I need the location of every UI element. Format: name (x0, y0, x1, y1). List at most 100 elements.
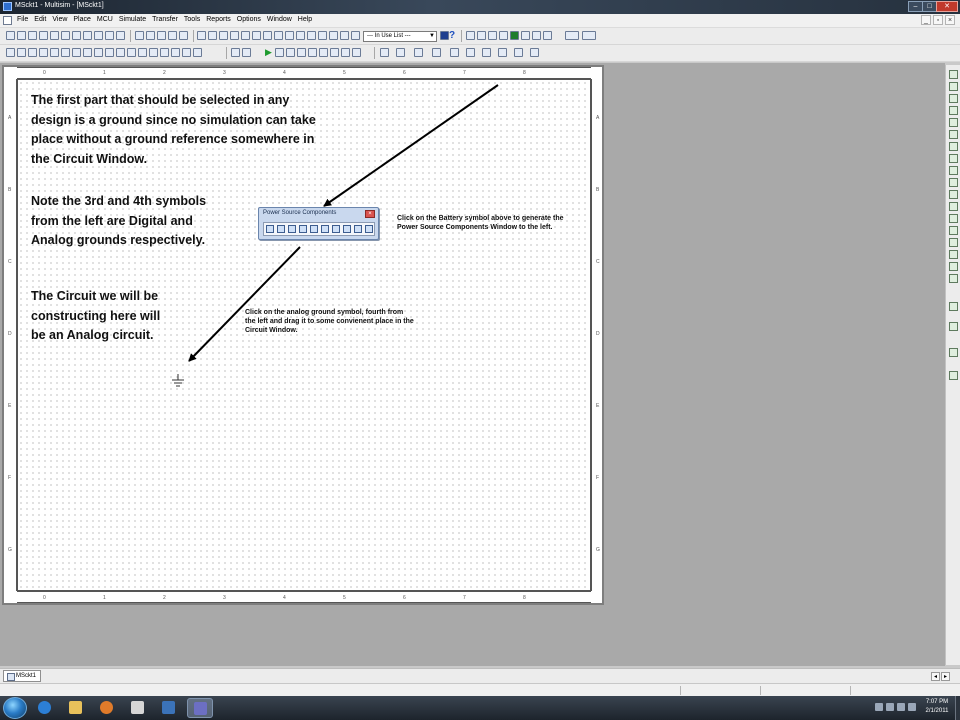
menu-tools[interactable]: Tools (181, 16, 203, 23)
iv-analyzer-icon[interactable] (949, 190, 958, 199)
menu-mcu[interactable]: MCU (94, 16, 116, 23)
redo-icon[interactable] (116, 31, 125, 40)
network-analyzer-icon[interactable] (949, 226, 958, 235)
find-icon[interactable] (197, 31, 206, 40)
oscilloscope-icon[interactable] (949, 106, 958, 115)
picture-icon[interactable] (498, 48, 507, 57)
distortion-analyzer-icon[interactable] (949, 202, 958, 211)
hierarchical-block-icon[interactable] (182, 48, 191, 57)
menu-help[interactable]: Help (295, 16, 315, 23)
place-diode-icon[interactable] (28, 48, 37, 57)
measurement-probe-icon[interactable] (949, 371, 958, 380)
postprocessor-icon[interactable] (252, 31, 261, 40)
open-sample-icon[interactable] (28, 31, 37, 40)
edit-icon[interactable] (285, 31, 294, 40)
taskbar-clock[interactable]: 7:07 PM 2/1/2011 (920, 698, 954, 716)
wattmeter-icon[interactable] (949, 94, 958, 103)
design-toolbox-icon[interactable] (208, 31, 217, 40)
multisim-icon[interactable] (187, 698, 213, 718)
power-source-close-button[interactable]: × (365, 210, 375, 218)
menu-reports[interactable]: Reports (203, 16, 234, 23)
place-mcu-icon[interactable] (171, 48, 180, 57)
place-bus-icon[interactable] (193, 48, 202, 57)
dc-power-icon[interactable] (277, 225, 285, 233)
menu-view[interactable]: View (49, 16, 70, 23)
pause-simulation-icon[interactable] (275, 48, 284, 57)
frequency-counter-icon[interactable] (949, 142, 958, 151)
oscilloscope-icon[interactable] (499, 31, 508, 40)
wattmeter-icon[interactable] (488, 31, 497, 40)
zoom-area-icon[interactable] (168, 31, 177, 40)
logic-analyzer-icon[interactable] (949, 166, 958, 175)
new-icon[interactable] (6, 31, 15, 40)
word-generator-icon[interactable] (949, 154, 958, 163)
display-icon[interactable] (897, 703, 905, 711)
breakpoint-icon[interactable] (341, 48, 350, 57)
three-phase-delta-icon[interactable] (310, 225, 318, 233)
show-desktop-button[interactable] (955, 696, 960, 720)
component-search-icon[interactable] (440, 31, 449, 40)
vee-icon[interactable] (354, 225, 362, 233)
rectangle-icon[interactable] (432, 48, 441, 57)
paint-icon[interactable] (125, 698, 151, 718)
run-simulation-icon[interactable]: ▶ (265, 47, 272, 58)
spectrum-analyzer-icon[interactable] (949, 214, 958, 223)
in-use-list-dropdown[interactable]: --- In Use List --- ▼ (363, 31, 437, 42)
analog-ground-icon[interactable] (299, 225, 307, 233)
menu-place[interactable]: Place (70, 16, 94, 23)
menu-file[interactable]: File (14, 16, 31, 23)
step-out-icon[interactable] (330, 48, 339, 57)
digital-ground-icon[interactable] (288, 225, 296, 233)
place-source-icon[interactable] (6, 48, 15, 57)
volume-icon[interactable] (908, 703, 916, 711)
function-generator-icon[interactable] (477, 31, 486, 40)
spreadsheet-icon[interactable] (219, 31, 228, 40)
mdi-minimize-button[interactable]: _ (921, 15, 931, 25)
line-icon[interactable] (414, 48, 423, 57)
agilent-generator-icon[interactable] (949, 238, 958, 247)
print-preview-icon[interactable] (61, 31, 70, 40)
menu-window[interactable]: Window (264, 16, 295, 23)
capture-screen-icon[interactable] (307, 31, 316, 40)
place-rf-icon[interactable] (149, 48, 158, 57)
remove-breakpoints-icon[interactable] (352, 48, 361, 57)
zoom-fit-icon[interactable] (179, 31, 188, 40)
place-ttl-icon[interactable] (61, 48, 70, 57)
open-icon[interactable] (17, 31, 26, 40)
stop-simulation-icon[interactable] (286, 48, 295, 57)
multimeter-icon[interactable] (466, 31, 475, 40)
graphic-annotation-icon[interactable] (380, 48, 389, 57)
place-transistor-icon[interactable] (39, 48, 48, 57)
vdd-icon[interactable] (343, 225, 351, 233)
schematic-view-icon[interactable] (582, 31, 596, 40)
mdi-restore-button[interactable]: ▫ (933, 15, 943, 25)
start-button[interactable] (3, 697, 27, 719)
function-generator-icon[interactable] (949, 82, 958, 91)
vcc-icon[interactable] (332, 225, 340, 233)
tektronix-oscilloscope-icon[interactable] (949, 274, 958, 283)
record-icon[interactable] (263, 31, 272, 40)
title-block-icon[interactable] (530, 48, 539, 57)
cut-icon[interactable] (72, 31, 81, 40)
paste-icon[interactable] (94, 31, 103, 40)
ellipse-icon[interactable] (450, 48, 459, 57)
analog-ground-icon[interactable] (171, 374, 185, 390)
close-button[interactable]: ✕ (936, 1, 958, 12)
menu-transfer[interactable]: Transfer (149, 16, 181, 23)
maximize-button[interactable]: □ (922, 1, 937, 12)
place-mixed-icon[interactable] (94, 48, 103, 57)
sheet-tab-msckt1[interactable]: MSckt1 (3, 670, 42, 682)
print-icon[interactable] (50, 31, 59, 40)
power-source-components-window[interactable]: Power Source Components × (258, 207, 379, 240)
mdi-close-button[interactable]: × (945, 15, 955, 25)
zoom-in-icon[interactable] (146, 31, 155, 40)
electrical-rules-icon[interactable] (296, 31, 305, 40)
forward-annotate-icon[interactable] (340, 31, 349, 40)
agilent-multimeter-icon[interactable] (949, 250, 958, 259)
align-left-icon[interactable] (231, 48, 240, 57)
place-analog-icon[interactable] (50, 48, 59, 57)
agilent-oscilloscope-icon[interactable] (949, 262, 958, 271)
document-icon[interactable] (3, 16, 12, 25)
labview-instruments-icon[interactable] (949, 302, 958, 311)
place-basic-icon[interactable] (17, 48, 26, 57)
